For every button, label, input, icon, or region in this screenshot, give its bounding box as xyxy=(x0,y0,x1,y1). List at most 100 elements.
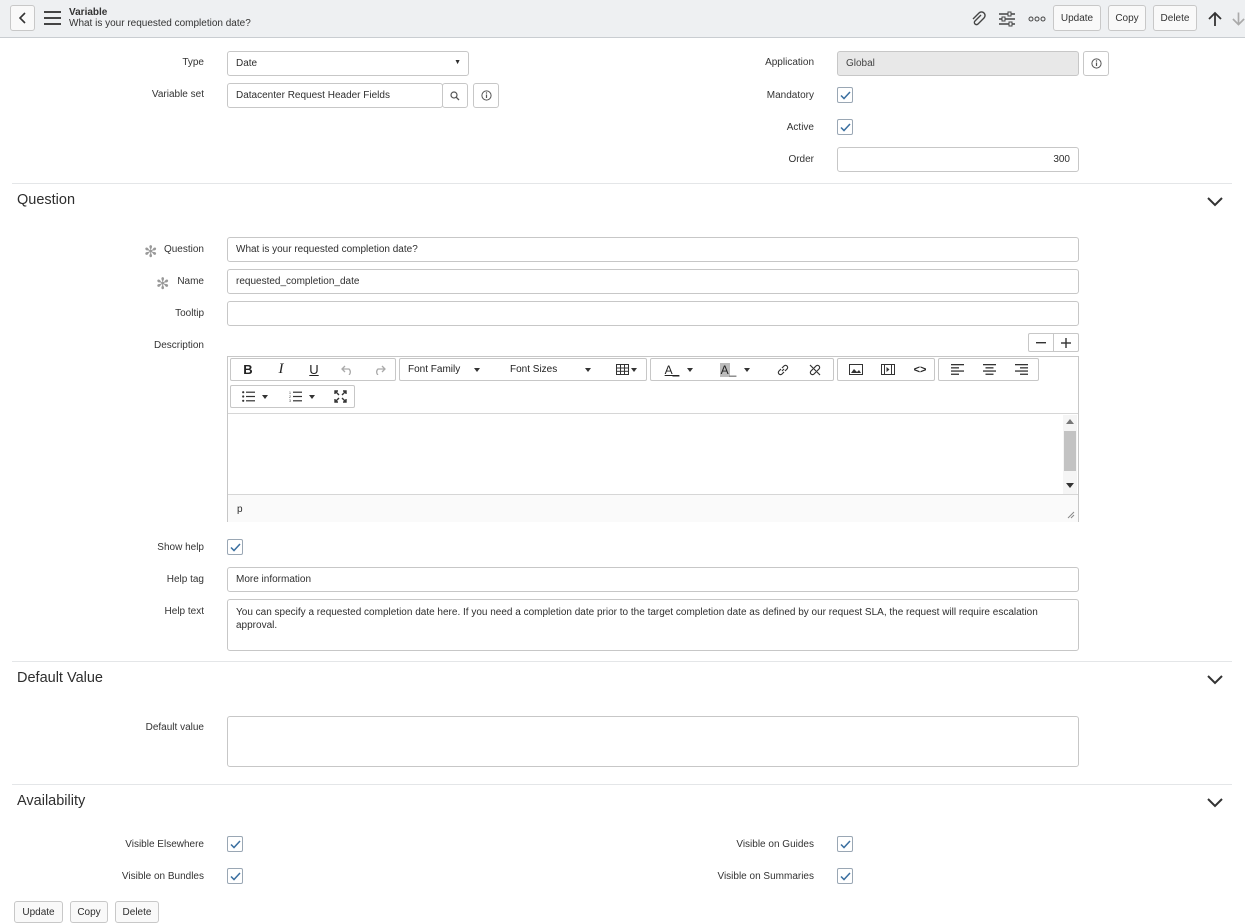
back-button[interactable] xyxy=(10,5,35,31)
application-info-button[interactable] xyxy=(1083,51,1109,76)
video-icon[interactable] xyxy=(874,359,902,380)
section-divider xyxy=(12,183,1232,184)
checkmark-icon xyxy=(229,839,241,849)
application-field: Global xyxy=(837,51,1079,76)
back-icon xyxy=(18,12,26,24)
image-icon[interactable] xyxy=(842,359,870,380)
checkmark-icon xyxy=(839,122,851,132)
record-display-value: What is your requested completion date? xyxy=(69,18,251,29)
lookup-button[interactable] xyxy=(442,83,468,108)
help-tag-field[interactable]: More information xyxy=(227,567,1079,592)
align-center-icon[interactable] xyxy=(975,359,1003,380)
menu-icon[interactable] xyxy=(44,11,61,25)
chevron-down-icon[interactable] xyxy=(1206,674,1224,686)
dropdown-arrow-icon xyxy=(474,367,481,372)
font-size-select[interactable]: Font Sizes xyxy=(510,359,600,380)
delete-button[interactable]: Delete xyxy=(1153,5,1197,31)
type-select-value: Date xyxy=(236,58,258,69)
help-text-field[interactable]: You can specify a requested completion d… xyxy=(227,599,1079,651)
scroll-down-icon[interactable] xyxy=(1066,483,1074,488)
chevron-down-icon[interactable] xyxy=(1206,196,1224,208)
application-label: Application xyxy=(765,57,814,68)
editor-statusbar: p xyxy=(228,494,1078,522)
variable-set-field[interactable]: Datacenter Request Header Fields xyxy=(227,83,443,108)
scrollbar-thumb[interactable] xyxy=(1064,431,1076,471)
unlink-icon[interactable] xyxy=(801,359,829,380)
link-icon[interactable] xyxy=(769,359,797,380)
editor-resize-controls xyxy=(1028,333,1079,352)
dropdown-arrow-icon xyxy=(585,367,592,372)
redo-icon[interactable] xyxy=(366,359,392,380)
default-value-field[interactable] xyxy=(227,716,1079,767)
italic-icon[interactable]: I xyxy=(268,359,294,380)
undo-icon[interactable] xyxy=(334,359,360,380)
table-icon[interactable] xyxy=(610,359,642,380)
dropdown-arrow-icon: ▼ xyxy=(454,59,461,66)
mandatory-label: Mandatory xyxy=(766,90,814,101)
visible-on-summaries-checkbox[interactable] xyxy=(837,868,853,884)
bold-icon[interactable]: B xyxy=(235,359,261,380)
show-help-checkbox[interactable] xyxy=(227,539,243,555)
shrink-editor-button[interactable] xyxy=(1029,334,1054,351)
description-label: Description xyxy=(153,340,204,351)
plus-icon xyxy=(1061,337,1071,348)
visible-on-guides-checkbox[interactable] xyxy=(837,836,853,852)
editor-list-group: 123 xyxy=(230,385,355,408)
align-left-icon[interactable] xyxy=(943,359,971,380)
visible-elsewhere-label: Visible Elsewhere xyxy=(125,839,204,850)
tooltip-field[interactable] xyxy=(227,301,1079,326)
underline-icon[interactable]: U xyxy=(301,359,327,380)
order-field[interactable]: 300 xyxy=(837,147,1079,172)
info-icon xyxy=(1090,58,1102,69)
align-right-icon[interactable] xyxy=(1007,359,1035,380)
attachment-icon[interactable] xyxy=(968,9,988,29)
arrow-up-icon[interactable] xyxy=(1205,9,1225,29)
active-checkbox[interactable] xyxy=(837,119,853,135)
bottom-update-button[interactable]: Update xyxy=(14,901,63,923)
text-color-icon[interactable]: A_ xyxy=(657,359,701,380)
name-field[interactable]: requested_completion_date xyxy=(227,269,1079,294)
checkmark-icon xyxy=(229,871,241,881)
search-icon xyxy=(450,90,460,100)
bullet-list-icon[interactable] xyxy=(235,386,275,407)
visible-on-bundles-label: Visible on Bundles xyxy=(121,871,204,882)
svg-text:3: 3 xyxy=(289,399,291,402)
checkmark-icon xyxy=(839,871,851,881)
section-divider xyxy=(12,784,1232,785)
type-select[interactable]: Date ▼ xyxy=(227,51,469,76)
font-size-label: Font Sizes xyxy=(510,364,558,375)
chevron-down-icon[interactable] xyxy=(1206,797,1224,809)
copy-button[interactable]: Copy xyxy=(1108,5,1146,31)
help-text-label: Help text xyxy=(164,606,204,617)
scroll-up-icon[interactable] xyxy=(1066,419,1074,424)
font-family-select[interactable]: Font Family xyxy=(408,359,500,380)
visible-on-bundles-checkbox[interactable] xyxy=(227,868,243,884)
resize-handle-icon[interactable] xyxy=(1067,511,1075,519)
variable-set-label: Variable set xyxy=(151,89,204,100)
help-tag-label: Help tag xyxy=(166,574,204,585)
section-divider xyxy=(12,661,1232,662)
variable-set-info-button[interactable] xyxy=(473,83,499,108)
bottom-delete-button[interactable]: Delete xyxy=(115,901,159,923)
checkmark-icon xyxy=(839,90,851,100)
more-icon[interactable] xyxy=(1027,9,1047,29)
numbered-list-icon[interactable]: 123 xyxy=(281,386,323,407)
record-type-title: Variable xyxy=(69,7,108,18)
default-value-section-title: Default Value xyxy=(17,670,103,686)
question-field[interactable]: What is your requested completion date? xyxy=(227,237,1079,262)
visible-elsewhere-checkbox[interactable] xyxy=(227,836,243,852)
fullscreen-icon[interactable] xyxy=(327,386,353,407)
background-color-icon[interactable]: A _ xyxy=(713,359,757,380)
mandatory-checkbox[interactable] xyxy=(837,87,853,103)
question-section-title: Question xyxy=(17,192,76,208)
update-button[interactable]: Update xyxy=(1053,5,1101,31)
settings-sliders-icon[interactable] xyxy=(997,9,1017,29)
editor-scrollbar[interactable] xyxy=(1063,415,1077,494)
arrow-down-icon[interactable] xyxy=(1232,9,1245,29)
editor-content-area[interactable] xyxy=(228,413,1078,494)
expand-editor-button[interactable] xyxy=(1054,334,1078,351)
source-code-icon[interactable]: <> xyxy=(906,359,934,380)
bottom-copy-button[interactable]: Copy xyxy=(70,901,108,923)
visible-on-summaries-label: Visible on Summaries xyxy=(717,871,814,882)
font-family-label: Font Family xyxy=(408,364,461,375)
